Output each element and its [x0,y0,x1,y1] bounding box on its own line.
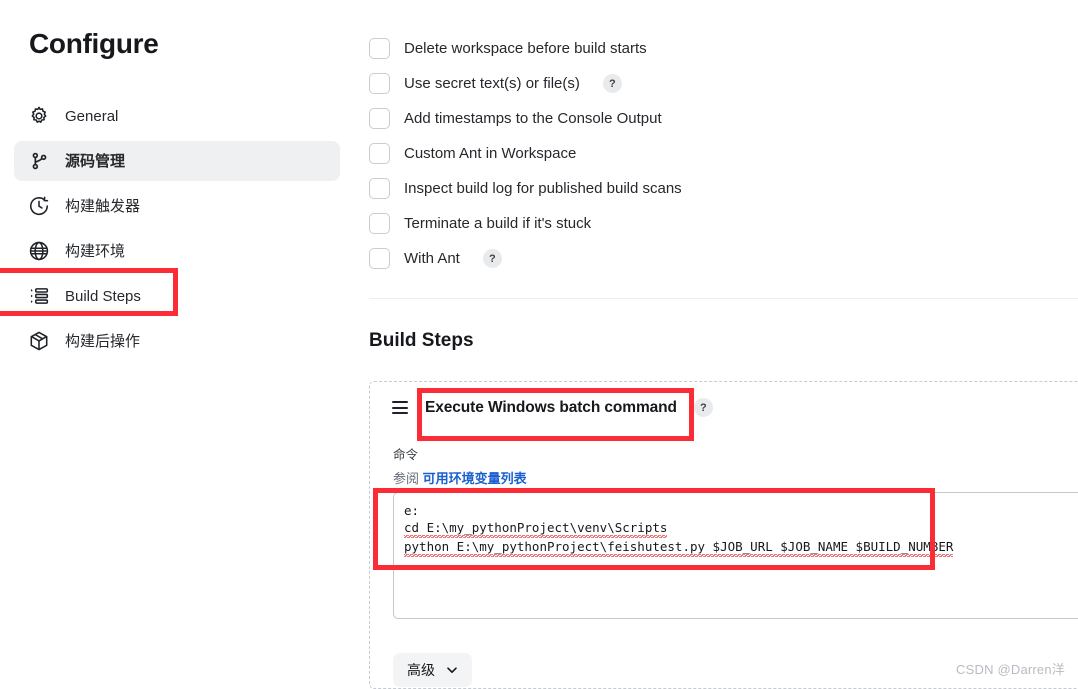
sidebar-item-label: 构建环境 [65,242,126,260]
section-divider [369,298,1078,299]
sidebar-nav: General 源码管理 构建触发器 构建环境 Build Steps 构建后操… [14,96,340,366]
help-icon[interactable]: ? [602,74,622,93]
sidebar-item-build-steps[interactable]: Build Steps [14,276,340,316]
command-line: python E:\my_pythonProject\feishutest.py… [404,538,954,557]
command-line: e: [404,503,420,518]
package-icon [28,330,50,352]
clock-icon [28,195,50,217]
build-steps-heading: Build Steps [369,330,474,351]
checkbox-row[interactable]: Inspect build log for published build sc… [369,171,1078,206]
checkbox-row[interactable]: Custom Ant in Workspace [369,136,1078,171]
main-content: Delete workspace before build starts Use… [360,0,1078,689]
checkbox-terminate-build[interactable] [369,213,390,234]
sidebar-item-label: Build Steps [65,287,141,305]
sidebar-item-source-code-management[interactable]: 源码管理 [14,141,340,181]
build-environment-options: Delete workspace before build starts Use… [369,31,1078,276]
globe-icon [28,240,50,262]
checkbox-row[interactable]: With Ant ? [369,241,1078,276]
sidebar-item-post-build-actions[interactable]: 构建后操作 [14,321,340,361]
sidebar-item-build-environment[interactable]: 构建环境 [14,231,340,271]
checkbox-add-timestamps[interactable] [369,108,390,129]
checkbox-with-ant[interactable] [369,248,390,269]
checkbox-inspect-build-log[interactable] [369,178,390,199]
sidebar-item-label: 构建触发器 [65,197,141,215]
command-field-label: 命令 [393,448,419,462]
checkbox-label: Terminate a build if it's stuck [404,215,592,232]
advanced-button[interactable]: 高级 [393,653,472,687]
checkbox-label: Add timestamps to the Console Output [404,110,662,127]
build-step-card: Execute Windows batch command ? 命令 参阅 可用… [369,381,1078,689]
build-step-title: Execute Windows batch command [425,398,677,416]
checkbox-delete-workspace[interactable] [369,38,390,59]
checkbox-label: Delete workspace before build starts [404,40,647,57]
git-branch-icon [28,150,50,172]
command-textarea[interactable]: e: cd E:\my_pythonProject\venv\Scripts p… [393,492,1078,619]
drag-handle-icon[interactable] [392,401,408,414]
sidebar-item-label: 构建后操作 [65,332,141,350]
page-title: Configure [29,28,159,59]
list-icon [28,285,50,307]
configure-page: Configure General 源码管理 构建触发器 构建环境 Build … [0,0,1078,689]
sidebar-item-general[interactable]: General [14,96,340,136]
checkbox-label: Inspect build log for published build sc… [404,180,682,197]
checkbox-row[interactable]: Delete workspace before build starts [369,31,1078,66]
chevron-down-icon [446,664,458,676]
help-icon[interactable]: ? [482,249,502,268]
see-also-line: 参阅 可用环境变量列表 [393,468,527,487]
command-line: cd E:\my_pythonProject\venv\Scripts [404,519,668,538]
checkbox-label: With Ant [404,250,460,267]
checkbox-custom-ant[interactable] [369,143,390,164]
checkbox-label: Custom Ant in Workspace [404,145,577,162]
see-also-prefix: 参阅 [393,471,420,486]
help-icon[interactable]: ? [693,398,713,417]
sidebar: Configure General 源码管理 构建触发器 构建环境 Build … [0,0,360,689]
checkbox-row[interactable]: Use secret text(s) or file(s) ? [369,66,1078,101]
env-variables-link[interactable]: 可用环境变量列表 [423,471,527,486]
checkbox-use-secret-text[interactable] [369,73,390,94]
advanced-button-label: 高级 [407,662,435,678]
gear-icon [28,105,50,127]
sidebar-item-label: General [65,107,119,125]
checkbox-row[interactable]: Terminate a build if it's stuck [369,206,1078,241]
sidebar-item-label: 源码管理 [65,152,126,170]
checkbox-row[interactable]: Add timestamps to the Console Output [369,101,1078,136]
checkbox-label: Use secret text(s) or file(s) [404,75,580,92]
watermark: CSDN @Darren洋 [956,662,1065,677]
build-step-header: Execute Windows batch command ? [392,398,713,417]
sidebar-item-build-triggers[interactable]: 构建触发器 [14,186,340,226]
